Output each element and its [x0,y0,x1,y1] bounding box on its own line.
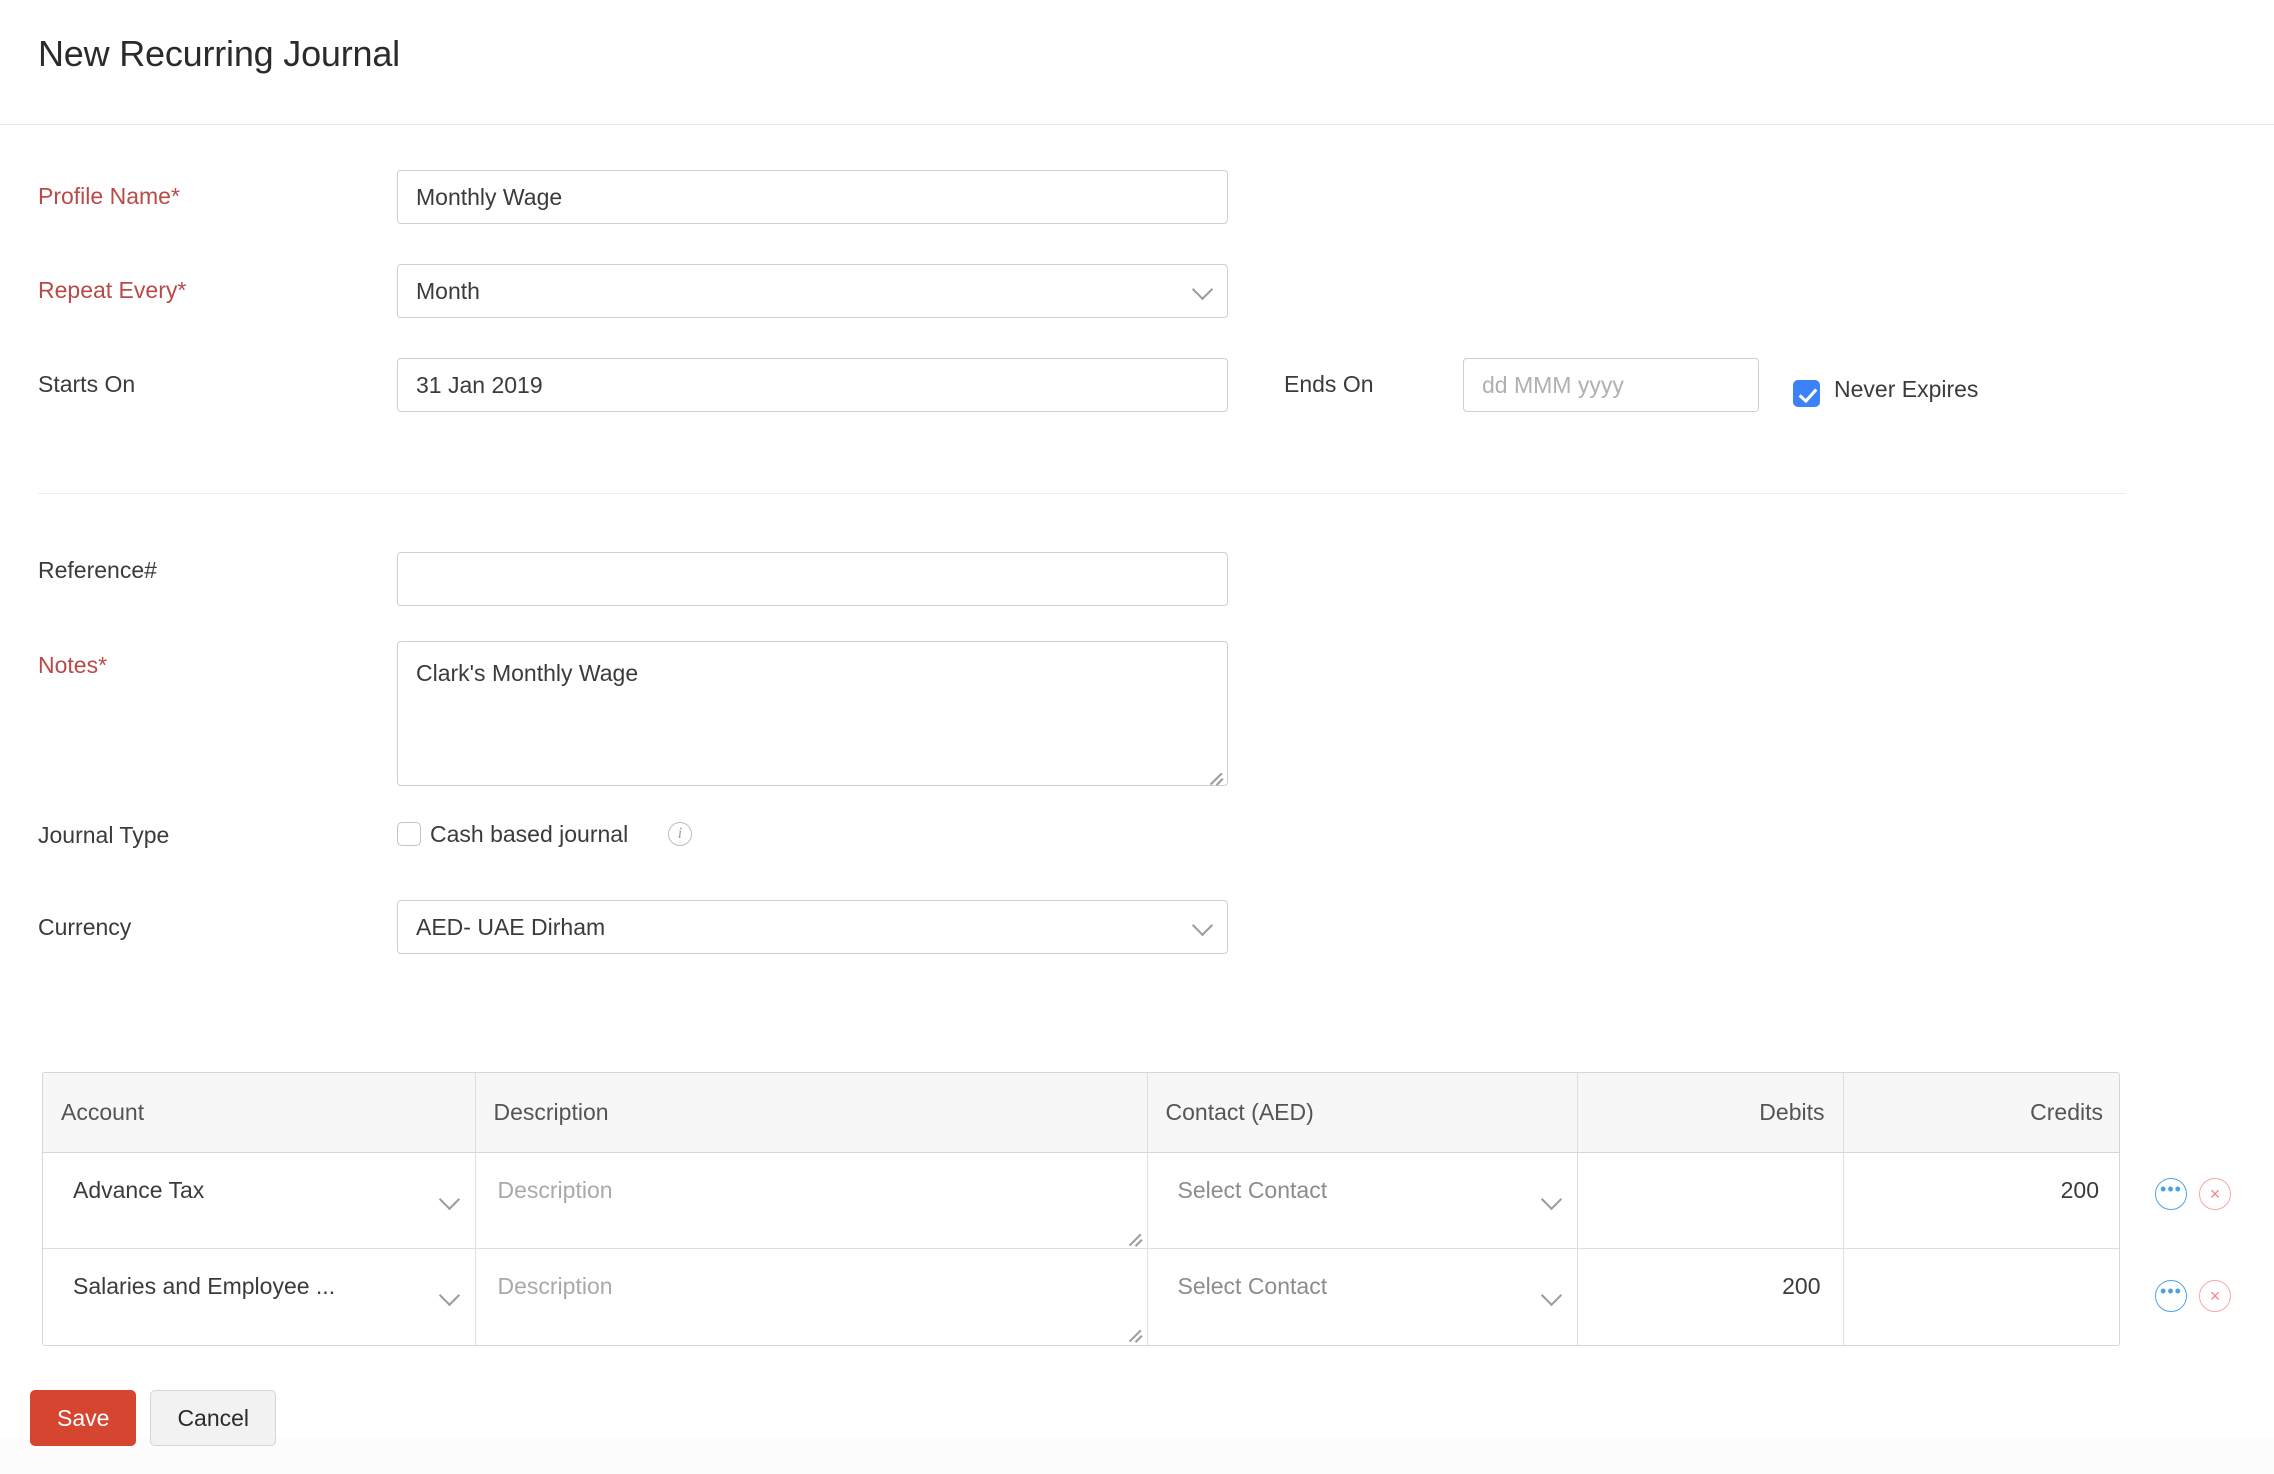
account-select-row-2: Salaries and Employee ... [73,1273,336,1299]
cell-account[interactable]: Advance Tax [43,1152,476,1249]
never-expires-label: Never Expires [1834,376,1979,402]
column-header-contact: Contact (AED) [1147,1073,1578,1153]
profile-name-label: Profile Name* [38,183,180,209]
save-button[interactable]: Save [30,1390,137,1446]
cash-based-journal-checkbox[interactable] [397,822,421,846]
page-title: New Recurring Journal [38,33,400,74]
section-divider [38,493,2126,494]
info-glyph: i [677,825,683,842]
currency-select[interactable]: AED- UAE Dirham [397,900,1228,954]
currency-value: AED- UAE Dirham [397,900,1228,954]
cell-credits[interactable]: 200 [1843,1152,2119,1249]
currency-label: Currency [38,914,132,940]
credits-value-row-2 [1844,1249,2120,1297]
info-icon[interactable]: i [668,822,692,846]
cash-based-journal-label: Cash based journal [430,821,629,847]
contact-select-row-2: Select Contact [1177,1273,1328,1299]
debits-value-row-1 [1578,1153,1843,1201]
table-row: Salaries and Employee ... Description Se… [43,1248,2120,1345]
credits-value-row-1: 200 [2060,1177,2099,1203]
close-glyph: × [2209,1286,2221,1306]
starts-on-label: Starts On [38,371,136,397]
line-items-table: Account Description Contact (AED) Debits… [42,1072,2120,1346]
cancel-button[interactable]: Cancel [150,1390,277,1446]
ends-on-input[interactable] [1463,358,1759,412]
ellipsis-glyph: ••• [2160,1281,2182,1301]
cell-description[interactable]: Description [475,1248,1148,1345]
footer-bar [0,1437,2274,1474]
table-scroll-fade [0,1410,2274,1438]
journal-type-label: Journal Type [38,822,170,848]
profile-name-input[interactable] [397,170,1228,224]
column-header-credits: Credits [1843,1073,2119,1153]
ellipsis-icon[interactable]: ••• [2155,1280,2187,1312]
repeat-every-value: Month [397,264,1228,318]
description-input-row-1: Description [497,1177,613,1203]
cell-credits[interactable] [1843,1249,2120,1345]
starts-on-input[interactable] [397,358,1228,412]
table-header-row: Account Description Contact (AED) Debits… [43,1073,2119,1153]
ellipsis-glyph: ••• [2160,1179,2182,1199]
close-circle-icon[interactable]: × [2199,1280,2231,1312]
contact-select-row-1: Select Contact [1177,1177,1328,1203]
cell-debits[interactable] [1577,1152,1844,1249]
repeat-every-label: Repeat Every* [38,277,187,303]
repeat-every-select[interactable]: Month [397,264,1228,318]
ellipsis-icon[interactable]: ••• [2155,1178,2187,1210]
row-actions-row-1: ••• × [2155,1178,2231,1210]
column-header-description: Description [475,1073,1148,1153]
account-select-row-1: Advance Tax [73,1177,205,1203]
ends-on-label: Ends On [1284,371,1374,397]
column-header-account: Account [43,1073,476,1153]
row-actions-row-2: ••• × [2155,1280,2231,1312]
close-glyph: × [2209,1184,2221,1204]
footer-actions: Save Cancel [30,1390,277,1446]
page-root: New Recurring Journal Profile Name* Repe… [0,0,2274,1474]
notes-textarea[interactable] [397,641,1228,786]
table-row: Advance Tax Description Select Contact 2… [43,1152,2119,1249]
cell-debits[interactable]: 200 [1577,1248,1844,1345]
page-header: New Recurring Journal [0,0,2274,125]
cell-account[interactable]: Salaries and Employee ... [43,1248,476,1345]
close-circle-icon[interactable]: × [2199,1178,2231,1210]
debits-value-row-2: 200 [1782,1273,1821,1299]
notes-label: Notes* [38,652,108,678]
cell-contact[interactable]: Select Contact [1147,1152,1578,1249]
column-header-debits: Debits [1577,1073,1844,1153]
cell-description[interactable]: Description [475,1152,1148,1249]
reference-label: Reference# [38,557,157,583]
reference-input[interactable] [397,552,1228,606]
description-input-row-2: Description [497,1273,613,1299]
cell-contact[interactable]: Select Contact [1147,1248,1578,1345]
never-expires-checkbox[interactable] [1793,380,1820,407]
